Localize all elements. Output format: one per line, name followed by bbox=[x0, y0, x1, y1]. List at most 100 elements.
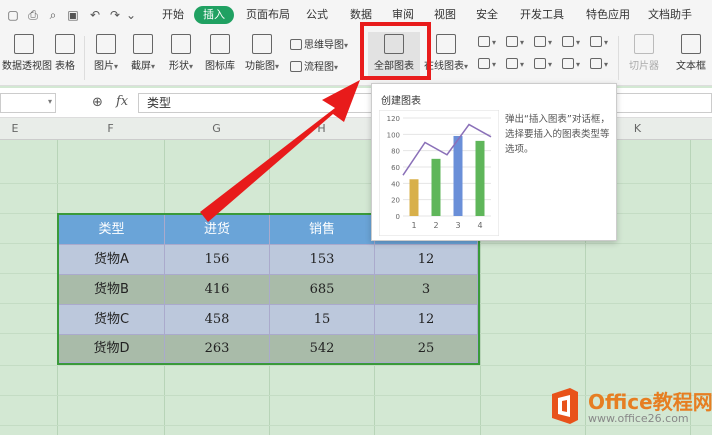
chart-bar bbox=[431, 158, 441, 216]
other-chart-icon bbox=[590, 58, 602, 69]
table-icon bbox=[55, 34, 75, 54]
office-logo-icon bbox=[552, 388, 578, 424]
column-header-g[interactable]: G bbox=[164, 122, 269, 135]
highlight-box bbox=[360, 22, 431, 80]
tab-page-layout[interactable]: 页面布局 bbox=[246, 8, 290, 22]
table-cell[interactable]: 货物D bbox=[59, 335, 165, 363]
stock-chart-menu[interactable]: ▾ bbox=[506, 58, 524, 70]
logo-url: www.office26.com bbox=[588, 412, 689, 425]
pie-chart-menu[interactable]: ▾ bbox=[534, 58, 552, 70]
chart-tooltip: 创建图表 120 100 80 60 40 20 0 1 2 3 4 弹出“插入图表”对话框，选择… bbox=[371, 83, 617, 241]
tab-view[interactable]: 视图 bbox=[434, 8, 456, 22]
table-cell[interactable]: 3 bbox=[375, 275, 478, 305]
y-tick-label: 20 bbox=[391, 197, 400, 205]
screenshot-button[interactable]: 截屏▾ bbox=[126, 34, 160, 72]
tooltip-title: 创建图表 bbox=[381, 96, 421, 107]
open-icon[interactable]: ▣ bbox=[66, 8, 80, 22]
area-chart-menu[interactable]: ▾ bbox=[590, 36, 608, 48]
function-chart-button[interactable]: 功能图▾ bbox=[242, 34, 282, 72]
online-chart-icon bbox=[436, 34, 456, 54]
preview-icon[interactable]: ⌕ bbox=[46, 8, 60, 22]
icon-library-button[interactable]: 图标库 bbox=[202, 34, 238, 72]
pivot-chart-icon bbox=[14, 34, 34, 54]
scatter-chart-menu[interactable]: ▾ bbox=[562, 58, 580, 70]
radar-chart-menu[interactable]: ▾ bbox=[562, 36, 580, 48]
table-cell[interactable]: 15 bbox=[270, 305, 375, 335]
y-tick-label: 80 bbox=[391, 148, 400, 156]
table-header-cell[interactable]: 类型 bbox=[59, 215, 165, 245]
tab-security[interactable]: 安全 bbox=[476, 8, 498, 22]
column-chart-icon bbox=[478, 36, 490, 47]
tab-formula[interactable]: 公式 bbox=[306, 8, 328, 22]
tab-data[interactable]: 数据 bbox=[350, 8, 372, 22]
function-chart-icon bbox=[252, 34, 272, 54]
tab-insert[interactable]: 插入 bbox=[194, 6, 234, 24]
table-header-cell[interactable]: 进货 bbox=[165, 215, 270, 245]
chart-bar bbox=[453, 135, 463, 216]
column-header-h[interactable]: H bbox=[269, 122, 374, 135]
save-icon[interactable]: ▢ bbox=[6, 8, 20, 22]
print-icon[interactable]: ⎙ bbox=[26, 8, 40, 22]
undo-icon[interactable]: ↶ bbox=[88, 8, 102, 22]
divider bbox=[84, 36, 85, 80]
table-header-cell[interactable]: 销售 bbox=[270, 215, 375, 245]
tab-developer[interactable]: 开发工具 bbox=[520, 8, 564, 22]
tab-special[interactable]: 特色应用 bbox=[586, 8, 630, 22]
table-cell[interactable]: 153 bbox=[270, 245, 375, 275]
textbox-button[interactable]: 文本框 bbox=[672, 34, 710, 72]
table-cell[interactable]: 12 bbox=[375, 245, 478, 275]
pie-chart-icon bbox=[534, 58, 546, 69]
slicer-icon bbox=[634, 34, 654, 54]
table-cell[interactable]: 458 bbox=[165, 305, 270, 335]
chart-bar bbox=[409, 179, 419, 216]
column-chart-menu[interactable]: ▾ bbox=[478, 36, 496, 48]
column-header-f[interactable]: F bbox=[57, 122, 164, 135]
x-tick-label: 1 bbox=[411, 221, 416, 230]
redo-icon[interactable]: ↷ bbox=[108, 8, 122, 22]
mind-map-icon bbox=[290, 39, 302, 50]
table-cell[interactable]: 货物C bbox=[59, 305, 165, 335]
stock-chart-icon bbox=[506, 58, 518, 69]
radar-chart-icon bbox=[562, 36, 574, 47]
table-cell[interactable]: 25 bbox=[375, 335, 478, 363]
table-button[interactable]: 表格 bbox=[50, 34, 80, 72]
chevron-down-icon[interactable]: ▾ bbox=[48, 97, 52, 106]
tooltip-description: 弹出“插入图表”对话框，选择要插入的图表类型等选项。 bbox=[505, 114, 610, 155]
icon-library-icon bbox=[210, 34, 230, 54]
table-cell[interactable]: 685 bbox=[270, 275, 375, 305]
table-cell[interactable]: 542 bbox=[270, 335, 375, 363]
tab-doc-assistant[interactable]: 文档助手 bbox=[648, 8, 692, 22]
divider bbox=[618, 36, 619, 80]
pivot-chart-button[interactable]: 数据透视图 bbox=[2, 34, 52, 72]
horizontal-bar-icon bbox=[506, 36, 518, 47]
table-cell[interactable]: 货物B bbox=[59, 275, 165, 305]
table-cell[interactable]: 156 bbox=[165, 245, 270, 275]
other-chart-menu[interactable]: ▾ bbox=[590, 58, 608, 70]
combo-chart-icon bbox=[478, 58, 490, 69]
shape-button[interactable]: 形状▾ bbox=[164, 34, 198, 72]
combo-chart-menu[interactable]: ▾ bbox=[478, 58, 496, 70]
y-tick-label: 60 bbox=[391, 164, 400, 172]
logo-text: Office教程网 bbox=[588, 390, 712, 414]
table-cell[interactable]: 416 bbox=[165, 275, 270, 305]
y-tick-label: 120 bbox=[387, 115, 400, 123]
table-cell[interactable]: 12 bbox=[375, 305, 478, 335]
column-header-e[interactable]: E bbox=[0, 122, 30, 135]
table-cell[interactable]: 货物A bbox=[59, 245, 165, 275]
flowchart-button[interactable]: 流程图▾ bbox=[290, 58, 338, 73]
tab-review[interactable]: 审阅 bbox=[392, 8, 414, 22]
zoom-icon[interactable]: ⊕ bbox=[92, 95, 103, 110]
table-cell[interactable]: 263 bbox=[165, 335, 270, 363]
fx-icon[interactable]: fx bbox=[116, 94, 128, 109]
tab-start[interactable]: 开始 bbox=[162, 8, 184, 22]
picture-button[interactable]: 图片▾ bbox=[90, 34, 122, 72]
name-box[interactable]: ▾ bbox=[0, 93, 56, 113]
line-chart-menu[interactable]: ▾ bbox=[534, 36, 552, 48]
dropdown-icon[interactable]: ⌄ bbox=[124, 8, 138, 22]
scatter-chart-icon bbox=[562, 58, 574, 69]
x-tick-label: 3 bbox=[455, 221, 460, 230]
mind-map-button[interactable]: 思维导图▾ bbox=[290, 36, 348, 51]
y-tick-label: 0 bbox=[396, 213, 400, 221]
bar-chart-menu[interactable]: ▾ bbox=[506, 36, 524, 48]
scissors-icon bbox=[133, 34, 153, 54]
